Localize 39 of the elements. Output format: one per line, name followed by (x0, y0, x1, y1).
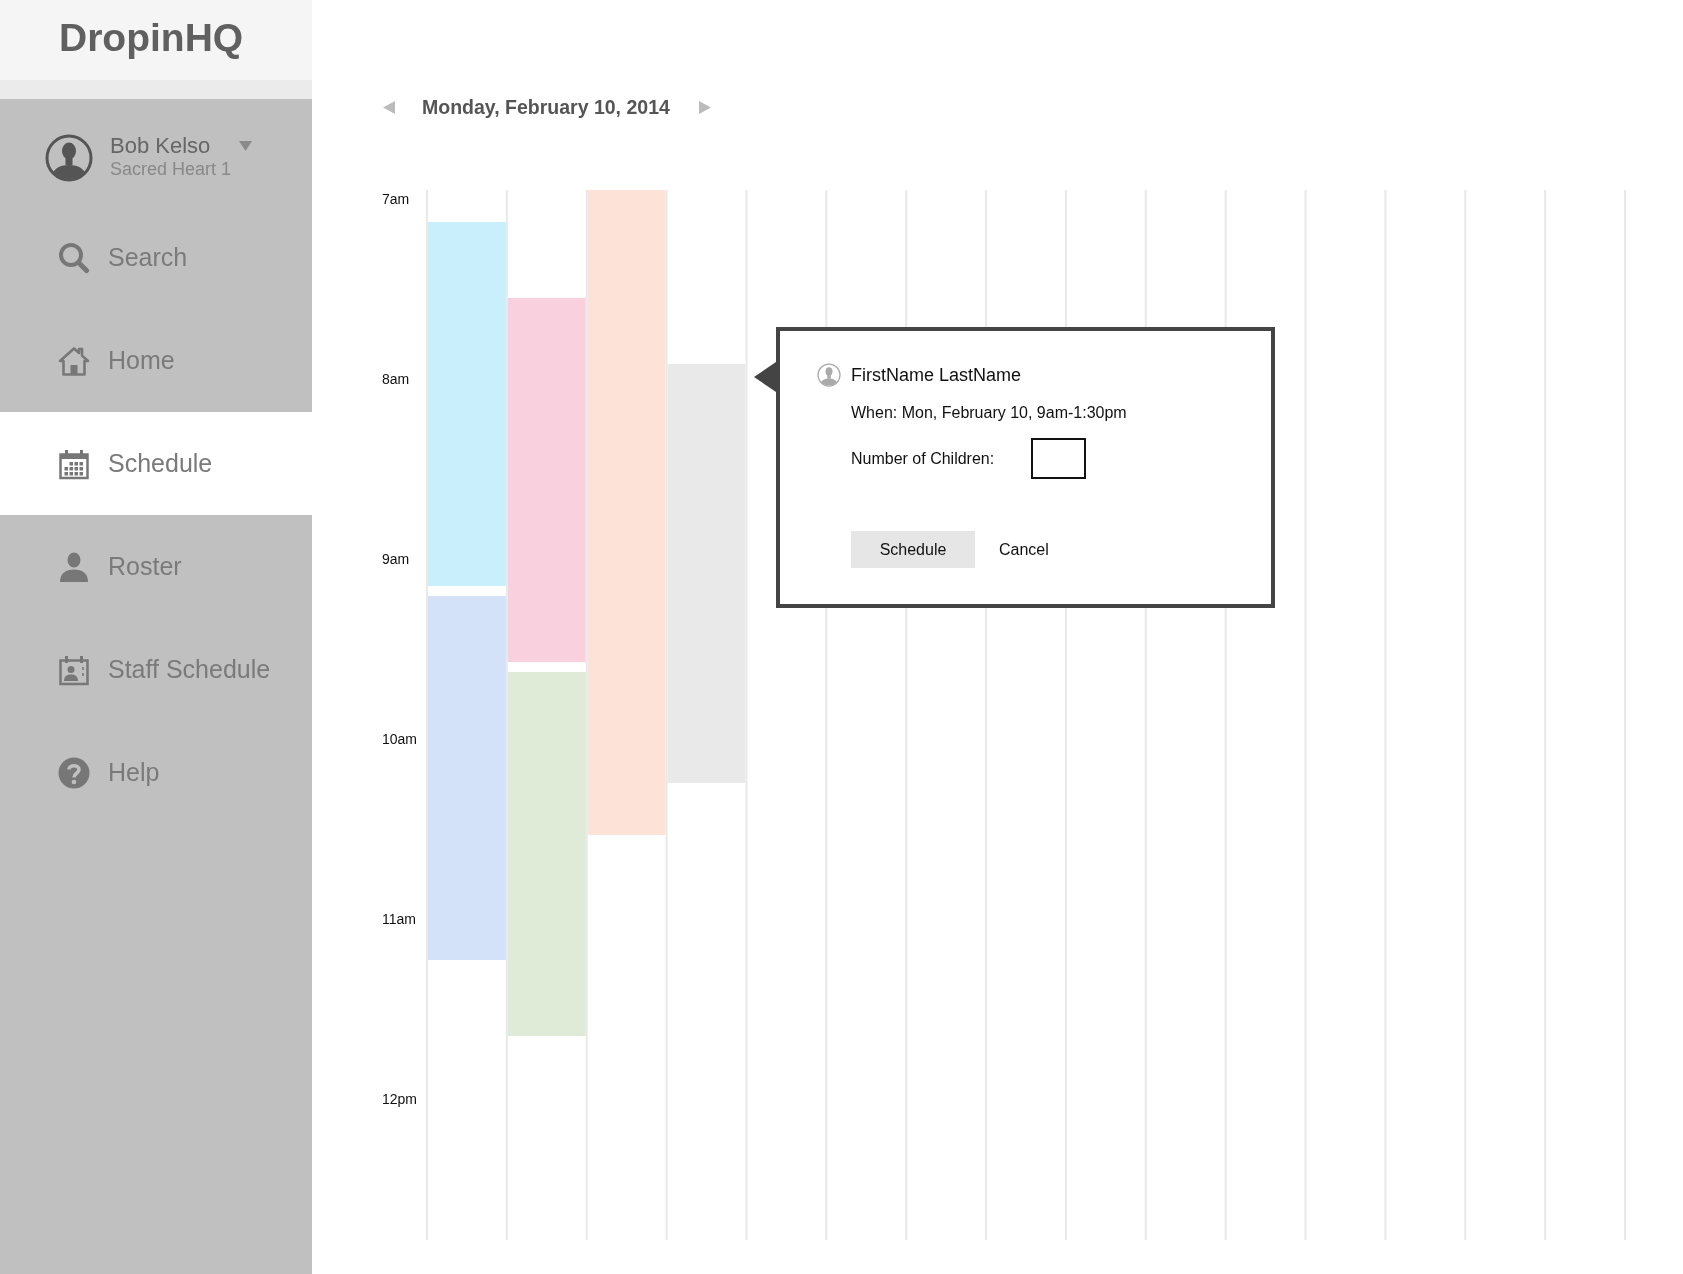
sidebar-item[interactable]: Search (0, 206, 312, 309)
calendar-person-icon (58, 653, 90, 686)
booking-time: When: Mon, February 10, 9am-1:30pm (851, 403, 1127, 423)
hour-label: 9am (382, 551, 410, 567)
search-icon (58, 241, 90, 274)
sidebar-item[interactable]: Roster (0, 515, 312, 618)
hour-label: 7am (382, 191, 410, 207)
hour-label: 12pm (382, 1091, 418, 1107)
sidebar-item[interactable]: Help (0, 721, 312, 824)
user-location: Sacred Heart 1 (110, 158, 233, 180)
cancel-button[interactable]: Cancel (999, 539, 1049, 560)
right-triangle-icon[interactable] (698, 100, 711, 114)
field-label: Number of Children: (851, 448, 996, 469)
current-date: Monday, February 10, 2014 (422, 96, 670, 118)
help-icon (58, 756, 90, 789)
home-icon (58, 344, 90, 377)
sidebar-item[interactable]: Staff Schedule (0, 618, 312, 721)
left-triangle-icon[interactable] (383, 100, 395, 114)
app-logo: DropinHQ (59, 16, 244, 60)
avatar-icon (45, 134, 93, 182)
hour-label: 10am (382, 731, 418, 747)
hour-label: 8am (382, 371, 410, 387)
calendar-icon (58, 447, 90, 480)
event-block[interactable] (507, 672, 586, 1036)
event-block[interactable] (428, 596, 506, 960)
person-name: FirstName LastName (851, 364, 1022, 386)
event-block[interactable] (428, 222, 506, 586)
user-name: Bob Kelso (110, 134, 211, 158)
sidebar-item[interactable]: Schedule (0, 412, 312, 515)
schedule-button[interactable]: Schedule (851, 531, 975, 568)
sidebar-item[interactable]: Home (0, 309, 312, 412)
event-block[interactable] (587, 190, 666, 835)
dropdown-caret-icon[interactable] (239, 141, 253, 151)
children-count-input[interactable] (1031, 438, 1086, 479)
event-block[interactable] (507, 298, 586, 662)
person-icon (58, 550, 90, 583)
hour-label: 11am (382, 911, 416, 927)
person-avatar-icon (817, 363, 841, 387)
event-block[interactable] (667, 364, 746, 783)
